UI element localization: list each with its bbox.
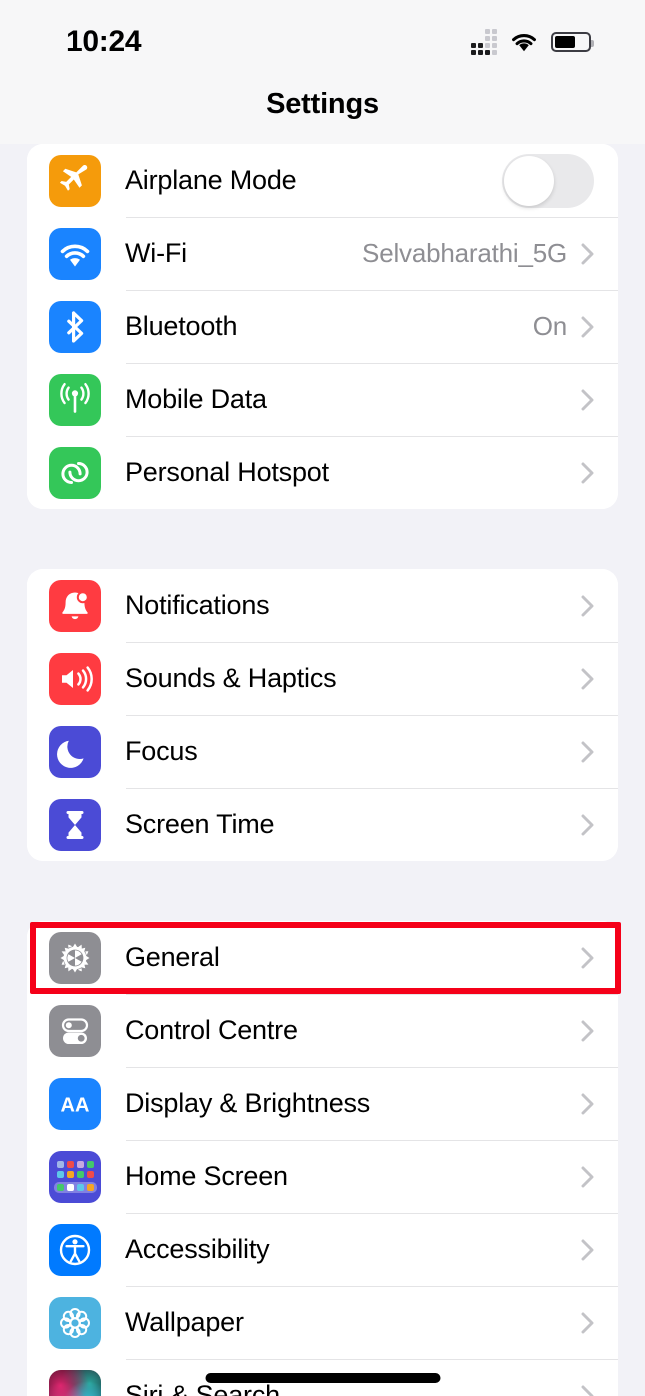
- settings-group-system: General Control Centre AA Display & Brig…: [27, 921, 618, 1396]
- airplane-mode-toggle[interactable]: [502, 153, 594, 208]
- row-accessory: [581, 1166, 618, 1188]
- row-accessory: [581, 389, 618, 411]
- row-accessory: [581, 741, 618, 763]
- cellular-antenna-icon: [49, 373, 101, 426]
- chevron-right-icon: [581, 316, 594, 337]
- wifi-icon: [512, 33, 536, 51]
- settings-row-screen-time[interactable]: Screen Time: [27, 788, 618, 861]
- settings-row-label: Wallpaper: [125, 1307, 244, 1337]
- settings-group-connectivity: Airplane Mode Wi-Fi Selvabharathi_5G Blu…: [27, 144, 618, 509]
- airplane-icon: [49, 154, 101, 207]
- moon-icon: [49, 725, 101, 778]
- status-bar-icons: [471, 29, 594, 55]
- settings-row-control-centre[interactable]: Control Centre: [27, 994, 618, 1067]
- settings-row-label: Wi-Fi: [125, 238, 187, 268]
- settings-row-mobile-data[interactable]: Mobile Data: [27, 363, 618, 436]
- settings-row-label: Screen Time: [125, 809, 275, 839]
- settings-row-bluetooth[interactable]: Bluetooth On: [27, 290, 618, 363]
- settings-row-label: Airplane Mode: [125, 165, 297, 195]
- row-accessory: [581, 1312, 618, 1334]
- display-aa-icon: AA: [49, 1077, 101, 1130]
- hotspot-link-icon: [49, 446, 101, 499]
- chevron-right-icon: [581, 668, 594, 689]
- chevron-right-icon: [581, 1239, 594, 1260]
- settings-group-alerts: Notifications Sounds & Haptics Focus Scr…: [27, 569, 618, 861]
- settings-row-label: Display & Brightness: [125, 1088, 371, 1118]
- status-bar: 10:24: [0, 0, 645, 78]
- settings-row-home-screen[interactable]: Home Screen: [27, 1140, 618, 1213]
- home-indicator[interactable]: [205, 1373, 440, 1383]
- row-accessory: On: [533, 311, 618, 342]
- settings-row-wallpaper[interactable]: Wallpaper: [27, 1286, 618, 1359]
- settings-row-label: Home Screen: [125, 1161, 288, 1191]
- chevron-right-icon: [581, 1385, 594, 1396]
- chevron-right-icon: [581, 741, 594, 762]
- row-accessory: [581, 1020, 618, 1042]
- settings-screen: 10:24 Settings Airplane Mode Wi-Fi Selva…: [0, 0, 645, 1396]
- settings-row-wi-fi[interactable]: Wi-Fi Selvabharathi_5G: [27, 217, 618, 290]
- row-accessory: [581, 668, 618, 690]
- row-accessory: [581, 1239, 618, 1261]
- settings-row-sounds-and-haptics[interactable]: Sounds & Haptics: [27, 642, 618, 715]
- cellular-signal-dots-icon: [471, 29, 497, 55]
- svg-text:AA: AA: [61, 1094, 90, 1116]
- battery-icon: [551, 32, 594, 52]
- speaker-waves-icon: [49, 652, 101, 705]
- row-accessory: [581, 947, 618, 969]
- chevron-right-icon: [581, 595, 594, 616]
- settings-row-label: Notifications: [125, 590, 270, 620]
- wallpaper-flower-icon: [49, 1296, 101, 1349]
- chevron-right-icon: [581, 1093, 594, 1114]
- navigation-bar: Settings: [0, 78, 645, 144]
- row-accessory: Selvabharathi_5G: [362, 238, 618, 269]
- settings-row-airplane-mode[interactable]: Airplane Mode: [27, 144, 618, 217]
- settings-row-label: Accessibility: [125, 1234, 270, 1264]
- bell-icon: [49, 579, 101, 632]
- settings-row-label: Personal Hotspot: [125, 457, 329, 487]
- row-accessory: [581, 814, 618, 836]
- page-title: Settings: [266, 88, 379, 120]
- settings-row-general[interactable]: General: [27, 921, 618, 994]
- chevron-right-icon: [581, 243, 594, 264]
- bluetooth-status-value: On: [532, 311, 567, 341]
- home-screen-grid-icon: [49, 1150, 101, 1203]
- hourglass-icon: [49, 798, 101, 851]
- chevron-right-icon: [581, 389, 594, 410]
- settings-row-label: General: [125, 942, 220, 972]
- bluetooth-icon: [49, 300, 101, 353]
- settings-row-focus[interactable]: Focus: [27, 715, 618, 788]
- accessibility-icon: [49, 1223, 101, 1276]
- chevron-right-icon: [581, 814, 594, 835]
- chevron-right-icon: [581, 1020, 594, 1041]
- row-accessory: [581, 595, 618, 617]
- chevron-right-icon: [581, 1312, 594, 1333]
- settings-row-display-and-brightness[interactable]: AA Display & Brightness: [27, 1067, 618, 1140]
- status-bar-clock: 10:24: [66, 25, 142, 58]
- chevron-right-icon: [581, 947, 594, 968]
- chevron-right-icon: [581, 462, 594, 483]
- control-centre-toggles-icon: [49, 1004, 101, 1057]
- settings-row-accessibility[interactable]: Accessibility: [27, 1213, 618, 1286]
- row-accessory: [502, 153, 618, 208]
- row-accessory: [581, 1385, 618, 1396]
- chevron-right-icon: [581, 1166, 594, 1187]
- toggle-knob: [504, 155, 554, 206]
- settings-row-notifications[interactable]: Notifications: [27, 569, 618, 642]
- settings-list: Airplane Mode Wi-Fi Selvabharathi_5G Blu…: [0, 144, 645, 1396]
- wifi-icon: [49, 227, 101, 280]
- settings-row-label: Mobile Data: [125, 384, 267, 414]
- gear-icon: [49, 931, 101, 984]
- settings-row-label: Sounds & Haptics: [125, 663, 337, 693]
- settings-row-label: Bluetooth: [125, 311, 238, 341]
- row-accessory: [581, 1093, 618, 1115]
- settings-row-label: Focus: [125, 736, 198, 766]
- wifi-network-value: Selvabharathi_5G: [362, 238, 567, 268]
- row-accessory: [581, 462, 618, 484]
- siri-orb-icon: [49, 1369, 101, 1396]
- settings-row-personal-hotspot[interactable]: Personal Hotspot: [27, 436, 618, 509]
- settings-row-label: Control Centre: [125, 1015, 298, 1045]
